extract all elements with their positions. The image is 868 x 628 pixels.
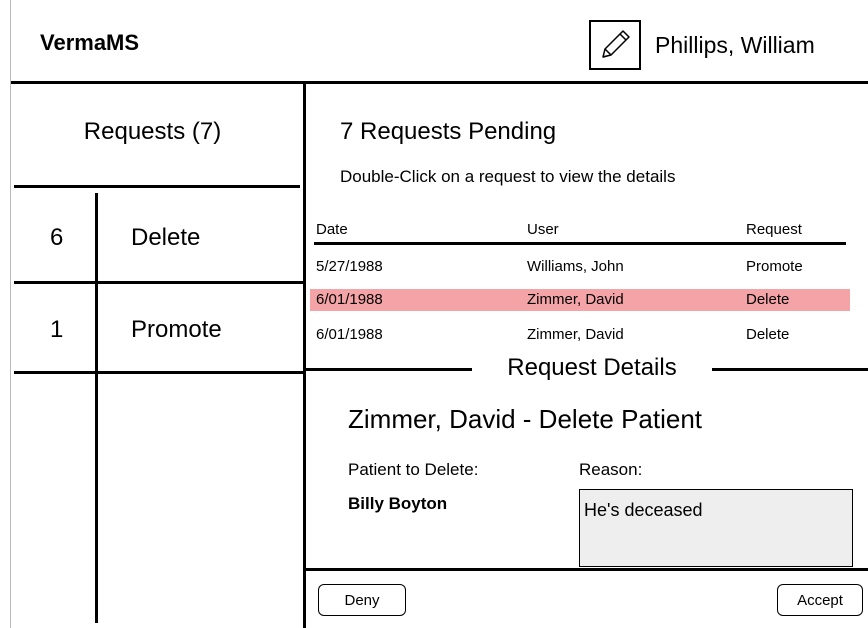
sidebar-item-label: Delete bbox=[131, 224, 201, 251]
row-request: Delete bbox=[746, 326, 790, 343]
edit-button[interactable] bbox=[589, 20, 641, 70]
left-border bbox=[10, 0, 11, 628]
user-name[interactable]: Phillips, William bbox=[655, 32, 815, 59]
sidebar-heading-divider bbox=[14, 185, 300, 188]
details-title: Zimmer, David - Delete Patient bbox=[348, 404, 703, 434]
accept-button[interactable]: Accept bbox=[777, 584, 863, 616]
column-header-user[interactable]: User bbox=[527, 221, 559, 238]
patient-label: Patient to Delete: bbox=[348, 460, 479, 479]
column-header-date[interactable]: Date bbox=[316, 221, 348, 238]
row-request: Delete bbox=[746, 291, 790, 308]
table-header-divider bbox=[314, 242, 846, 245]
sidebar-column-divider bbox=[95, 193, 98, 623]
header-divider bbox=[10, 81, 868, 84]
sidebar-divider bbox=[303, 83, 306, 628]
column-header-request[interactable]: Request bbox=[746, 221, 802, 238]
deny-button[interactable]: Deny bbox=[318, 584, 406, 616]
row-user: Zimmer, David bbox=[527, 326, 624, 343]
action-bar-divider bbox=[305, 568, 868, 571]
row-date: 5/27/1988 bbox=[316, 258, 383, 275]
requests-heading: Requests (7) bbox=[83, 118, 222, 145]
row-user: Williams, John bbox=[527, 258, 624, 275]
row-user: Zimmer, David bbox=[527, 291, 624, 308]
row-request: Promote bbox=[746, 258, 803, 275]
patient-name: Billy Boyton bbox=[348, 494, 448, 513]
sidebar-item-count: 6 bbox=[50, 224, 64, 251]
reason-field[interactable]: He's deceased bbox=[579, 489, 853, 567]
app-title: VermaMS bbox=[40, 30, 140, 55]
sidebar-row-divider bbox=[14, 281, 304, 284]
page-title: 7 Requests Pending bbox=[340, 118, 557, 145]
sidebar-row-divider bbox=[14, 371, 304, 374]
instructions-text: Double-Click on a request to view the de… bbox=[340, 167, 676, 186]
sidebar-item-label: Promote bbox=[131, 316, 222, 343]
sidebar-item-count: 1 bbox=[50, 316, 64, 343]
details-section-label: Request Details bbox=[472, 354, 712, 382]
row-date: 6/01/1988 bbox=[316, 291, 383, 308]
reason-label: Reason: bbox=[579, 460, 643, 479]
pencil-icon bbox=[602, 30, 630, 58]
row-date: 6/01/1988 bbox=[316, 326, 383, 343]
